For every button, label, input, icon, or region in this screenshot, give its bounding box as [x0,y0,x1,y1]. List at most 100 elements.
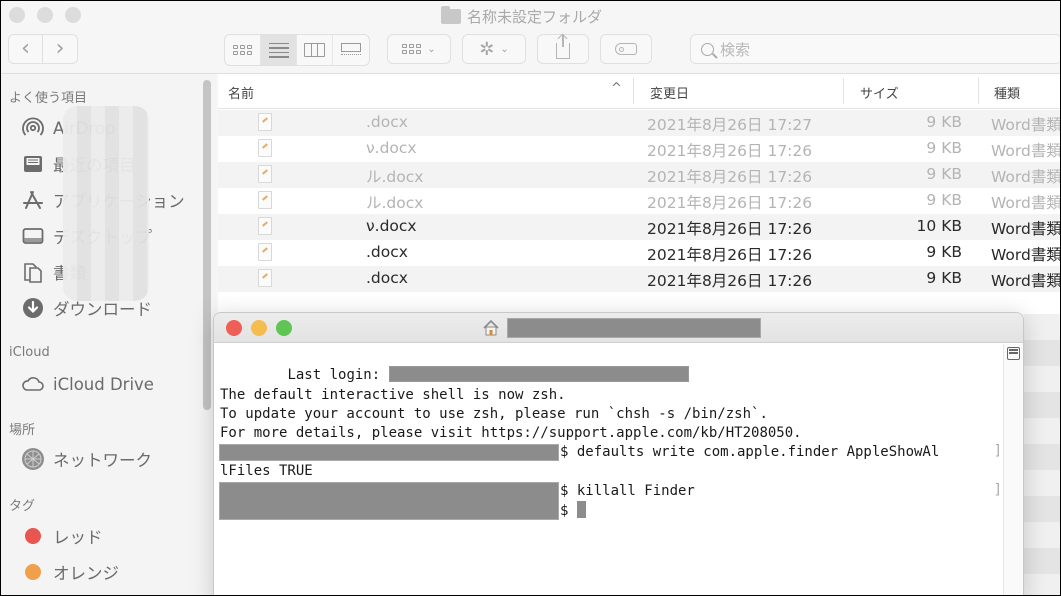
orange-tag-dot-icon [25,564,41,580]
finder-window-controls [9,7,81,23]
split-pane-icon[interactable] [1007,347,1020,360]
action-menu-button[interactable]: ✲ ⌄ [462,34,526,64]
file-size: 9 KB [926,269,962,287]
file-size: 10 KB [916,217,962,235]
file-name: .docx [366,113,408,131]
share-icon [556,35,570,59]
icon-view-button[interactable] [225,35,261,65]
file-name: .docx [366,243,408,261]
zoom-button[interactable] [65,7,81,23]
file-kind: Word書類 [991,272,1060,290]
tags-button[interactable] [600,34,652,64]
terminal-output[interactable]: Last login: The default interactive shel… [214,344,1004,595]
screen: 名称未設定フォルダ ‹ › ⌄ ✲ ⌄ 検索 よく使う項目 ダウンロード iCl… [1,1,1060,595]
sidebar-item-network[interactable]: ネットワーク [21,446,152,472]
update-notice-line: To update your account to use zsh, pleas… [220,406,768,422]
terminal-minimize-button[interactable] [251,320,267,336]
column-header-size[interactable]: サイズ [860,83,899,102]
redacted-login-info [388,366,689,382]
redacted-terminal-title [507,318,761,338]
file-date: 2021年8月26日 17:26 [647,142,813,160]
word-document-icon [258,269,272,287]
file-name: .docx [366,269,408,287]
file-kind: Word書類 [991,194,1060,212]
chevron-right-icon: › [55,36,65,61]
forward-button[interactable]: › [43,34,78,64]
sidebar-item-tag-red[interactable]: レッド [21,523,103,549]
file-kind: Word書類 [991,142,1060,160]
gallery-view-button[interactable] [333,35,369,65]
sidebar-item-icloud-drive[interactable]: iCloud Drive [21,371,154,397]
sidebar-item-tag-orange[interactable]: オレンジ [21,559,119,585]
redacted-prompt [219,444,559,461]
cloud-icon [21,372,45,396]
file-row[interactable]: .docx 2021年8月26日 17:26 9 KB Word書類 [218,240,1060,266]
group-grid-icon [402,44,422,54]
view-mode-switcher [224,34,370,66]
applications-icon [21,188,45,212]
file-row[interactable]: ν.docx 2021年8月26日 17:26 9 KB Word書類 [218,136,1060,162]
sidebar-section-locations: 場所 [9,423,36,438]
home-icon [482,319,500,337]
file-row[interactable]: ル.docx 2021年8月26日 17:26 9 KB Word書類 [218,162,1060,188]
file-kind: Word書類 [991,246,1060,264]
word-document-icon [258,113,272,131]
search-field[interactable]: 検索 [690,34,1060,64]
column-view-button[interactable] [297,35,333,65]
file-kind: Word書類 [991,116,1060,134]
recents-icon [21,152,45,176]
documents-icon [21,260,45,284]
terminal-scrollbar[interactable] [1003,344,1023,595]
file-date: 2021年8月26日 17:26 [647,220,813,238]
redacted-filenames [63,106,149,301]
red-tag-dot-icon [25,528,41,544]
sidebar-scrollbar[interactable] [203,80,211,410]
file-row[interactable]: ν.docx 2021年8月26日 17:26 10 KB Word書類 [218,214,1060,240]
file-kind: Word書類 [991,220,1060,238]
column-header-name[interactable]: 名前 [228,83,254,102]
file-row[interactable]: .docx 2021年8月26日 17:26 9 KB Word書類 [218,266,1060,292]
redacted-prompt [219,482,559,520]
word-document-icon [258,217,272,235]
text-cursor [576,501,586,518]
terminal-zoom-button[interactable] [276,320,292,336]
tag-icon [615,43,637,55]
command-defaults-wrap-line: lFiles TRUE [220,463,313,479]
file-size: 9 KB [926,243,962,261]
navigation-buttons: ‹ › [8,34,78,64]
sidebar-section-favorites: よく使う項目 [9,91,88,106]
column-header-date[interactable]: 変更日 [650,83,689,102]
search-icon [701,42,714,56]
group-by-button[interactable]: ⌄ [387,34,451,64]
sidebar-section-tags: タグ [9,499,36,514]
file-row[interactable]: ル.docx 2021年8月26日 17:26 9 KB Word書類 [218,188,1060,214]
list-view-button[interactable] [261,35,297,65]
word-document-icon [258,243,272,261]
file-size: 9 KB [926,113,962,131]
sort-ascending-icon[interactable]: ^ [611,81,622,96]
share-button[interactable] [537,34,589,64]
file-name: ル.docx [366,168,424,186]
terminal-close-button[interactable] [226,320,242,336]
back-button[interactable]: ‹ [8,34,43,64]
column-header-row: 名前 ^ 変更日 サイズ 種類 [218,74,1060,109]
file-row[interactable]: .docx 2021年8月26日 17:27 9 KB Word書類 [218,110,1060,136]
chevron-left-icon: ‹ [21,36,30,61]
column-header-kind[interactable]: 種類 [994,83,1020,102]
file-list-background [1024,314,1060,595]
file-date: 2021年8月26日 17:26 [647,168,813,186]
close-button[interactable] [9,7,25,23]
terminal-window-controls [226,320,292,336]
prompt-line: $ [560,501,586,520]
network-globe-icon [21,447,45,471]
file-name: ν.docx [366,217,417,235]
word-document-icon [258,165,272,183]
minimize-button[interactable] [37,7,53,23]
file-date: 2021年8月26日 17:26 [647,272,813,290]
downloads-icon [21,296,45,320]
chevron-down-icon: ⌄ [427,43,436,55]
file-name: ル.docx [366,194,424,212]
terminal-titlebar[interactable] [214,313,1023,343]
word-document-icon [258,191,272,209]
wrap-bracket: ] [993,482,1002,498]
